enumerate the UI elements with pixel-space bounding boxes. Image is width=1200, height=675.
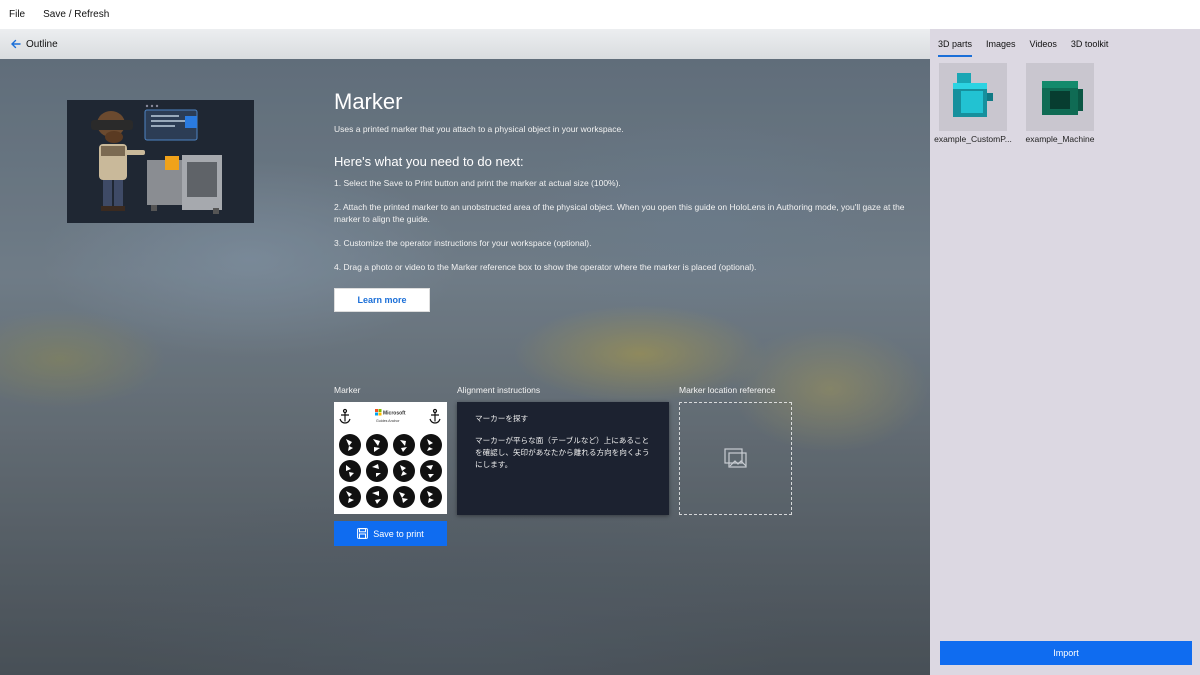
marker-location-dropzone[interactable]	[679, 402, 792, 515]
save-icon	[357, 528, 369, 539]
outline-back-button[interactable]: Outline	[10, 38, 58, 50]
save-to-print-label: Save to print	[373, 528, 424, 539]
part-thumbnail	[939, 63, 1007, 131]
step-4: 4. Drag a photo or video to the Marker r…	[334, 262, 757, 272]
hololens-person-illustration	[67, 100, 254, 223]
step-3: 3. Customize the operator instructions f…	[334, 238, 592, 248]
marker-caption: Guides Anchor	[376, 419, 400, 423]
part-name: example_CustomP...	[934, 134, 1012, 144]
step-1: 1. Select the Save to Print button and p…	[334, 178, 621, 188]
tab-videos[interactable]: Videos	[1030, 39, 1057, 57]
part-item[interactable]: example_Machine	[1020, 63, 1100, 144]
tab-3d-toolkit[interactable]: 3D toolkit	[1071, 39, 1109, 57]
marker-image: Microsoft Guides Anchor	[334, 402, 447, 514]
main-canvas: Marker Uses a printed marker that you at…	[0, 59, 930, 675]
custom-part-3d-icon	[953, 73, 993, 117]
assets-tabs: 3D parts Images Videos 3D toolkit	[938, 39, 1122, 57]
outline-bar: Outline	[0, 29, 930, 59]
part-thumbnail	[1026, 63, 1094, 131]
marker-label: Marker	[334, 385, 361, 395]
image-placeholder-icon	[723, 447, 747, 468]
part-name: example_Machine	[1025, 134, 1095, 144]
marker-brand: Microsoft	[383, 411, 406, 417]
arrow-left-icon	[11, 39, 21, 49]
tab-3d-parts[interactable]: 3D parts	[938, 39, 973, 57]
assets-panel: 3D parts Images Videos 3D toolkit exampl…	[930, 29, 1200, 675]
steps-list: 1. Select the Save to Print button and p…	[334, 177, 930, 285]
alignment-instructions-box[interactable]: マーカーを探す マーカーが平らな面（テーブルなど）上にあることを確認し、矢印があ…	[457, 402, 669, 515]
alignment-body: マーカーが平らな面（テーブルなど）上にあることを確認し、矢印があなたから離れる方…	[475, 436, 650, 469]
menu-file[interactable]: File	[9, 9, 25, 20]
page-subtitle: Uses a printed marker that you attach to…	[334, 124, 624, 134]
tab-images[interactable]: Images	[986, 39, 1016, 57]
marker-pattern: Microsoft Guides Anchor	[334, 402, 447, 514]
save-to-print-button[interactable]: Save to print	[334, 521, 447, 546]
next-steps-heading: Here's what you need to do next:	[334, 154, 524, 169]
outline-label: Outline	[26, 38, 58, 50]
alignment-label: Alignment instructions	[457, 385, 541, 395]
alignment-title: マーカーを探す	[475, 414, 529, 423]
machine-3d-icon	[1042, 81, 1083, 115]
step-2: 2. Attach the printed marker to an unobs…	[334, 202, 905, 224]
part-item[interactable]: example_CustomP...	[933, 63, 1013, 144]
import-button[interactable]: Import	[940, 641, 1192, 665]
hero-illustration	[67, 100, 254, 223]
location-label: Marker location reference	[679, 385, 776, 395]
menu-bar: File Save / Refresh	[0, 0, 1200, 29]
page-title: Marker	[334, 89, 403, 114]
menu-save-refresh[interactable]: Save / Refresh	[43, 9, 109, 20]
learn-more-button[interactable]: Learn more	[334, 288, 430, 312]
